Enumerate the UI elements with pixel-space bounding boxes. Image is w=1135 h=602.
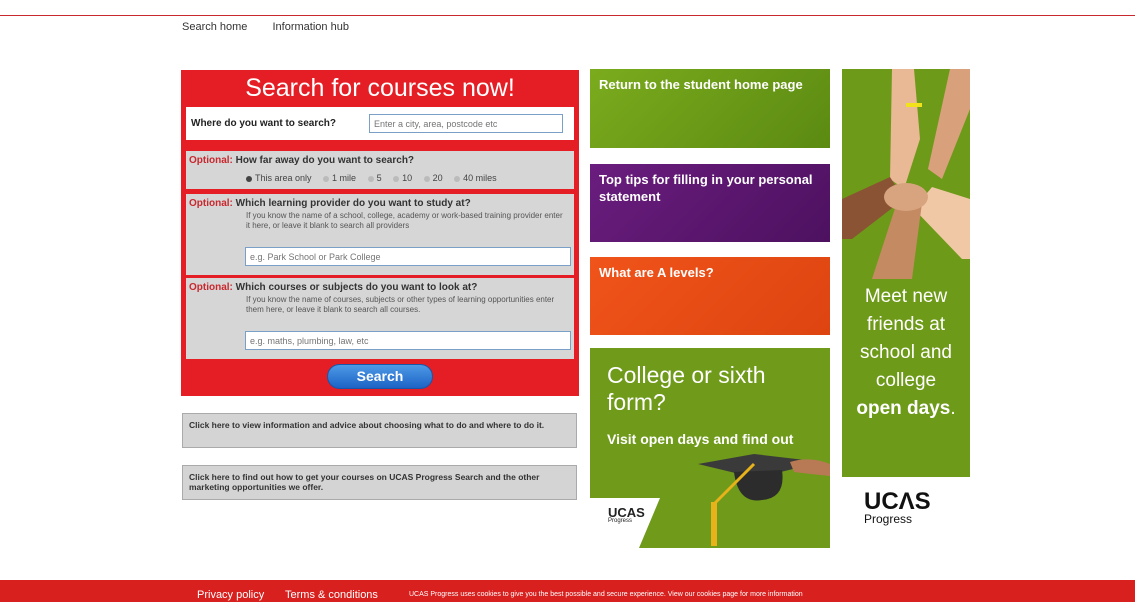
radio-10[interactable]: 10 [393,173,412,183]
search-button[interactable]: Search [327,364,433,389]
radio-icon [393,175,400,182]
hands-together-icon [842,69,970,279]
course-label: Which courses or subjects do you want to… [235,282,478,293]
college-open-days-banner[interactable]: College or sixth form? Visit open days a… [590,348,830,548]
distance-label: How far away do you want to search? [235,155,415,166]
cookies-notice: UCAS Progress uses cookies to give you t… [409,591,803,598]
where-label: Where do you want to search? [191,118,337,129]
where-question: Where do you want to search? [186,107,574,140]
college-subheading: Visit open days and find out [607,431,794,447]
meet-new-friends-banner[interactable]: Meet new friends at school and college o… [842,69,970,477]
optional-label: Optional: [189,282,233,293]
radio-5[interactable]: 5 [367,173,382,183]
radio-1-mile[interactable]: 1 mile [323,173,356,183]
radio-icon [423,175,430,182]
privacy-policy-link[interactable]: Privacy policy [197,589,264,601]
where-input[interactable] [369,114,563,133]
optional-label: Optional: [189,155,233,166]
ucas-progress-logo-large: UCΛS Progress [864,488,931,526]
marketing-opportunities-link[interactable]: Click here to find out how to get your c… [182,465,577,500]
distance-question: Optional: How far away do you want to se… [186,151,574,189]
radio-icon [367,175,374,182]
distance-options: This area only 1 mile 5 10 20 40 miles [246,173,506,183]
optional-label: Optional: [189,198,233,209]
radio-icon [454,175,461,182]
course-help: If you know the name of courses, subject… [246,295,555,314]
a-levels-tile[interactable]: What are A levels? [590,257,830,335]
terms-conditions-link[interactable]: Terms & conditions [285,589,378,601]
graduation-cap-icon [698,454,830,546]
search-panel: Search for courses now! Where do you wan… [181,70,579,396]
radio-40-miles[interactable]: 40 miles [454,173,497,183]
provider-input[interactable] [245,247,571,266]
provider-question: Optional: Which learning provider do you… [186,194,574,275]
radio-20[interactable]: 20 [423,173,443,183]
open-days-text: Meet new friends at school and college o… [856,286,956,419]
course-input[interactable] [245,331,571,350]
course-question: Optional: Which courses or subjects do y… [186,278,574,359]
provider-help: If you know the name of a school, colleg… [246,211,563,230]
choosing-advice-link[interactable]: Click here to view information and advic… [182,413,577,448]
college-heading: College or sixth form? [607,362,766,415]
radio-selected-icon [246,175,252,182]
nav-information-hub[interactable]: Information hub [273,21,349,33]
provider-label: Which learning provider do you want to s… [235,198,471,209]
radio-icon [323,175,330,182]
nav-search-home[interactable]: Search home [182,21,247,33]
top-nav: Search home Information hub [182,21,371,33]
search-title: Search for courses now! [245,74,515,102]
footer-bar: Privacy policy Terms & conditions UCAS P… [0,580,1135,602]
radio-this-area[interactable]: This area only [246,173,312,183]
student-home-tile[interactable]: Return to the student home page [590,69,830,148]
top-divider [0,15,1135,16]
ucas-progress-logo: UCAS Progress [608,505,645,524]
personal-statement-tile[interactable]: Top tips for filling in your personal st… [590,164,830,242]
